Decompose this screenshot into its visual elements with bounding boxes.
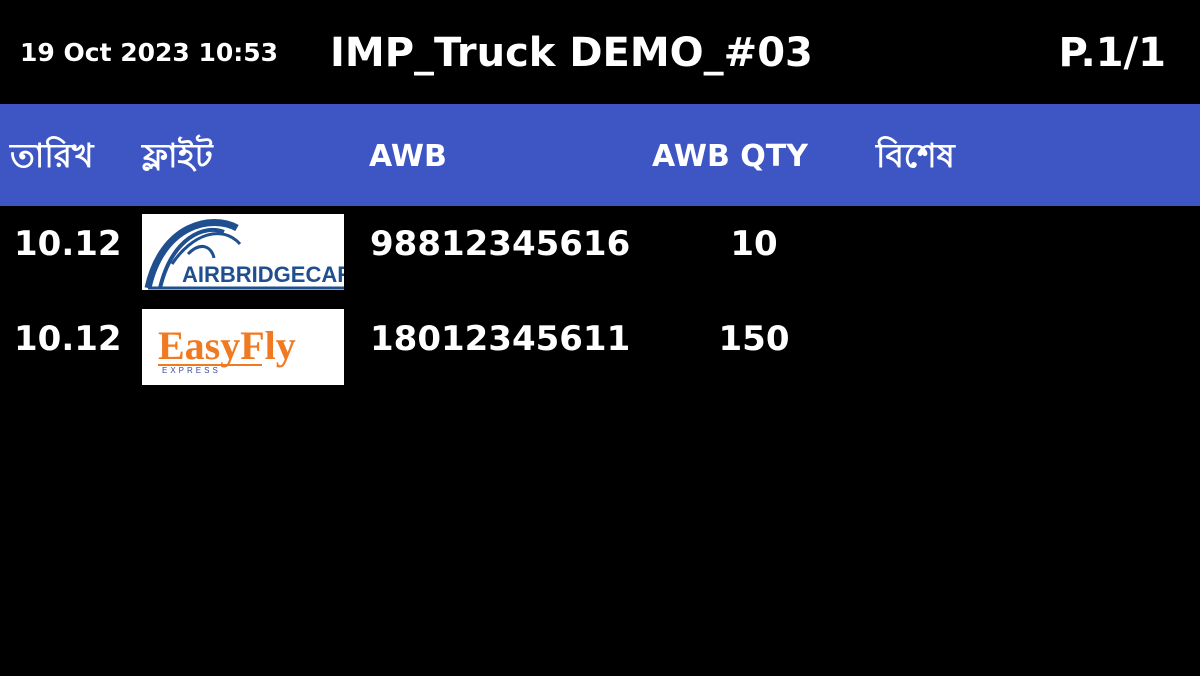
airbridgecargo-logo: AIRBRIDGECARGO [142, 214, 344, 290]
airbridgecargo-logo-text: AIRBRIDGECARGO [182, 262, 344, 287]
page-indicator: P.1/1 [1058, 30, 1166, 76]
row-date: 10.12 [14, 319, 122, 359]
airbridgecargo-logo-graphic: AIRBRIDGECARGO [144, 219, 344, 290]
column-header-awb-qty: AWB QTY [652, 139, 808, 174]
table-row: 10.12 EasyFly EXPRESS 18012345611 150 [0, 301, 1200, 396]
row-date: 10.12 [14, 224, 122, 264]
easyfly-logo-text: EasyFly [158, 323, 296, 368]
row-awb: 18012345611 [370, 319, 631, 359]
column-header-awb: AWB [369, 139, 447, 174]
date-time: 19 Oct 2023 10:53 [20, 38, 279, 67]
easyfly-logo-graphic: EasyFly EXPRESS [158, 323, 296, 375]
row-awb: 98812345616 [370, 224, 631, 264]
easyfly-logo-subtext: EXPRESS [162, 366, 221, 375]
top-bar: 19 Oct 2023 10:53 IMP_Truck DEMO_#03 P.1… [0, 0, 1200, 104]
column-header-date: তারিখ [10, 136, 94, 175]
row-awb-qty: 10 [730, 224, 778, 264]
table-row: 10.12 AIRBRIDGECARGO 98812345616 10 [0, 206, 1200, 301]
column-header-flight: ফ্লাইট [142, 136, 213, 175]
board-title: IMP_Truck DEMO_#03 [330, 30, 813, 76]
easyfly-logo: EasyFly EXPRESS [142, 309, 344, 385]
column-header-band: তারিখ ফ্লাইট AWB AWB QTY বিশেষ [0, 104, 1200, 206]
column-header-remarks: বিশেষ [876, 136, 955, 175]
row-awb-qty: 150 [718, 319, 790, 359]
